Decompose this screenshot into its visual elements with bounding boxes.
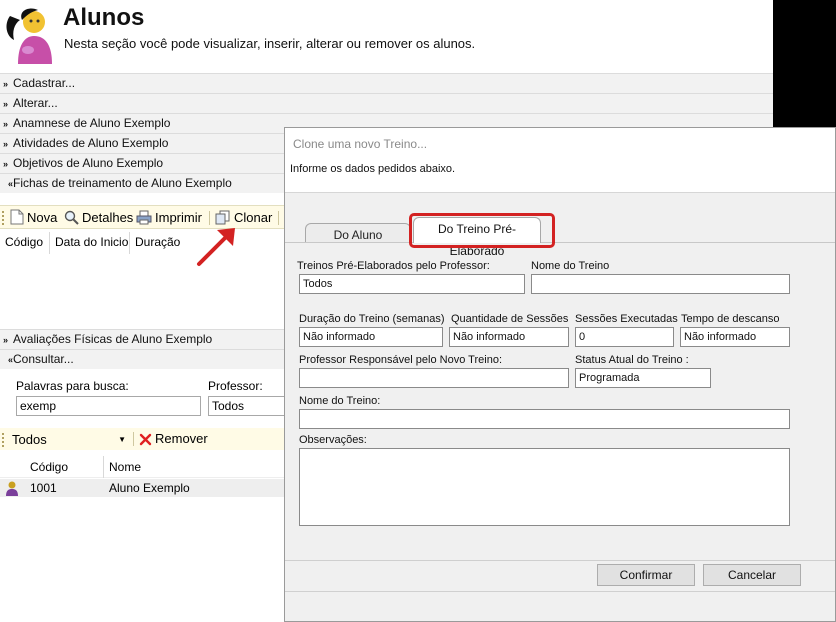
section-alterar[interactable]: » Alterar... (0, 93, 773, 113)
nome-treino-field[interactable] (299, 409, 790, 429)
student-avatar-icon (6, 8, 52, 64)
observacoes-textarea[interactable] (299, 448, 790, 526)
chevron-down-icon: » (3, 99, 9, 109)
student-icon (6, 481, 18, 496)
section-label: Anamnese de Aluno Exemplo (13, 116, 171, 130)
nome-treino-label: Nome do Treino: (299, 395, 381, 407)
annotation-arrow-icon (197, 228, 235, 266)
tab-highlight-annotation (409, 213, 555, 248)
observacoes-label: Observações: (299, 434, 367, 446)
toolbar-separator (278, 211, 279, 225)
dialog-header: Clone uma novo Treino... Informe os dado… (285, 128, 835, 193)
sessoes-executadas-label: Sessões Executadas (575, 313, 678, 325)
table-row[interactable]: 1001 Aluno Exemplo (0, 479, 290, 497)
section-label: Avaliações Físicas de Aluno Exemplo (13, 332, 213, 346)
section-label: Consultar... (13, 352, 74, 366)
duracao-label: Duração do Treino (semanas) (299, 313, 445, 325)
dialog-status-strip (285, 591, 835, 621)
column-divider (129, 232, 130, 254)
cancelar-button[interactable]: Cancelar (703, 564, 801, 586)
toolbar-grip (2, 433, 4, 447)
professor-responsavel-field[interactable] (299, 368, 569, 388)
toolbar-grip (2, 211, 4, 225)
section-label: Atividades de Aluno Exemplo (13, 136, 169, 150)
toolbar-separator (133, 432, 134, 446)
student-filter-toolbar: Todos ▼ Remover (0, 428, 290, 450)
professor-select[interactable]: Todos (208, 396, 290, 416)
fichas-column-header: Código Data do Inicio Duração (0, 232, 290, 254)
column-data-inicio[interactable]: Data do Inicio (55, 235, 128, 249)
filter-selected-value: Todos (12, 432, 47, 447)
remove-x-icon (139, 433, 152, 446)
chevron-up-icon: » (7, 356, 13, 366)
column-nome[interactable]: Nome (109, 460, 141, 474)
quantidade-sessoes-field[interactable]: Não informado (449, 327, 569, 347)
imprimir-button[interactable]: Imprimir (136, 209, 202, 227)
section-cadastrar[interactable]: » Cadastrar... (0, 73, 773, 93)
duracao-field[interactable]: Não informado (299, 327, 443, 347)
chevron-down-icon: » (3, 79, 9, 89)
quantidade-sessoes-label: Quantidade de Sessões (451, 313, 569, 325)
keywords-input[interactable]: exemp (16, 396, 201, 416)
page-header: Alunos Nesta seção você pode visualizar,… (0, 0, 773, 72)
column-divider (49, 232, 50, 254)
clone-dialog: Clone uma novo Treino... Informe os dado… (284, 127, 836, 622)
column-codigo[interactable]: Código (5, 235, 43, 249)
section-label: Alterar... (13, 96, 58, 110)
detalhes-label: Detalhes (82, 210, 134, 225)
tempo-descanso-field[interactable]: Não informado (680, 327, 790, 347)
professor-label: Professor: (208, 379, 263, 393)
column-duracao[interactable]: Duração (135, 235, 180, 249)
printer-icon (136, 210, 152, 225)
section-label: Objetivos de Aluno Exemplo (13, 156, 164, 170)
chevron-up-icon: » (7, 180, 13, 190)
chevron-down-icon: » (3, 335, 9, 345)
dialog-instructions: Informe os dados pedidos abaixo. (290, 163, 456, 175)
remover-label: Remover (155, 431, 208, 446)
dialog-title: Clone uma novo Treino... (293, 137, 428, 151)
filter-select[interactable]: Todos ▼ (8, 431, 130, 448)
keywords-label: Palavras para busca: (16, 379, 129, 393)
dropdown-arrow-icon: ▼ (118, 435, 126, 444)
professor-responsavel-label: Professor Responsável pelo Novo Treino: (299, 354, 502, 366)
nome-treino-top-field[interactable] (531, 274, 790, 294)
footer-divider (285, 560, 835, 561)
nova-label: Nova (27, 210, 58, 225)
chevron-down-icon: » (3, 139, 9, 149)
new-document-icon (10, 209, 24, 225)
section-label: Cadastrar... (13, 76, 76, 90)
student-nome: Aluno Exemplo (109, 481, 190, 495)
status-field[interactable]: Programada (575, 368, 711, 388)
page-subtitle: Nesta seção você pode visualizar, inseri… (64, 36, 476, 51)
detalhes-button[interactable]: Detalhes (64, 209, 133, 227)
confirmar-button[interactable]: Confirmar (597, 564, 695, 586)
column-codigo[interactable]: Código (30, 460, 68, 474)
remover-button[interactable]: Remover (139, 430, 208, 448)
chevron-down-icon: » (3, 159, 9, 169)
page-title: Alunos (63, 4, 145, 31)
column-divider (103, 456, 104, 478)
students-column-header: Código Nome (0, 456, 290, 478)
magnifier-icon (64, 210, 79, 225)
tempo-descanso-label: Tempo de descanso (681, 313, 780, 325)
section-label: Fichas de treinamento de Aluno Exemplo (13, 176, 232, 190)
nome-treino-top-label: Nome do Treino (531, 260, 610, 272)
sessoes-executadas-field[interactable]: 0 (575, 327, 674, 347)
treinos-professor-select[interactable]: Todos (299, 274, 525, 294)
student-codigo: 1001 (30, 481, 57, 495)
nova-button[interactable]: Nova (10, 209, 57, 227)
chevron-down-icon: » (3, 119, 9, 129)
status-label: Status Atual do Treino : (575, 354, 689, 366)
